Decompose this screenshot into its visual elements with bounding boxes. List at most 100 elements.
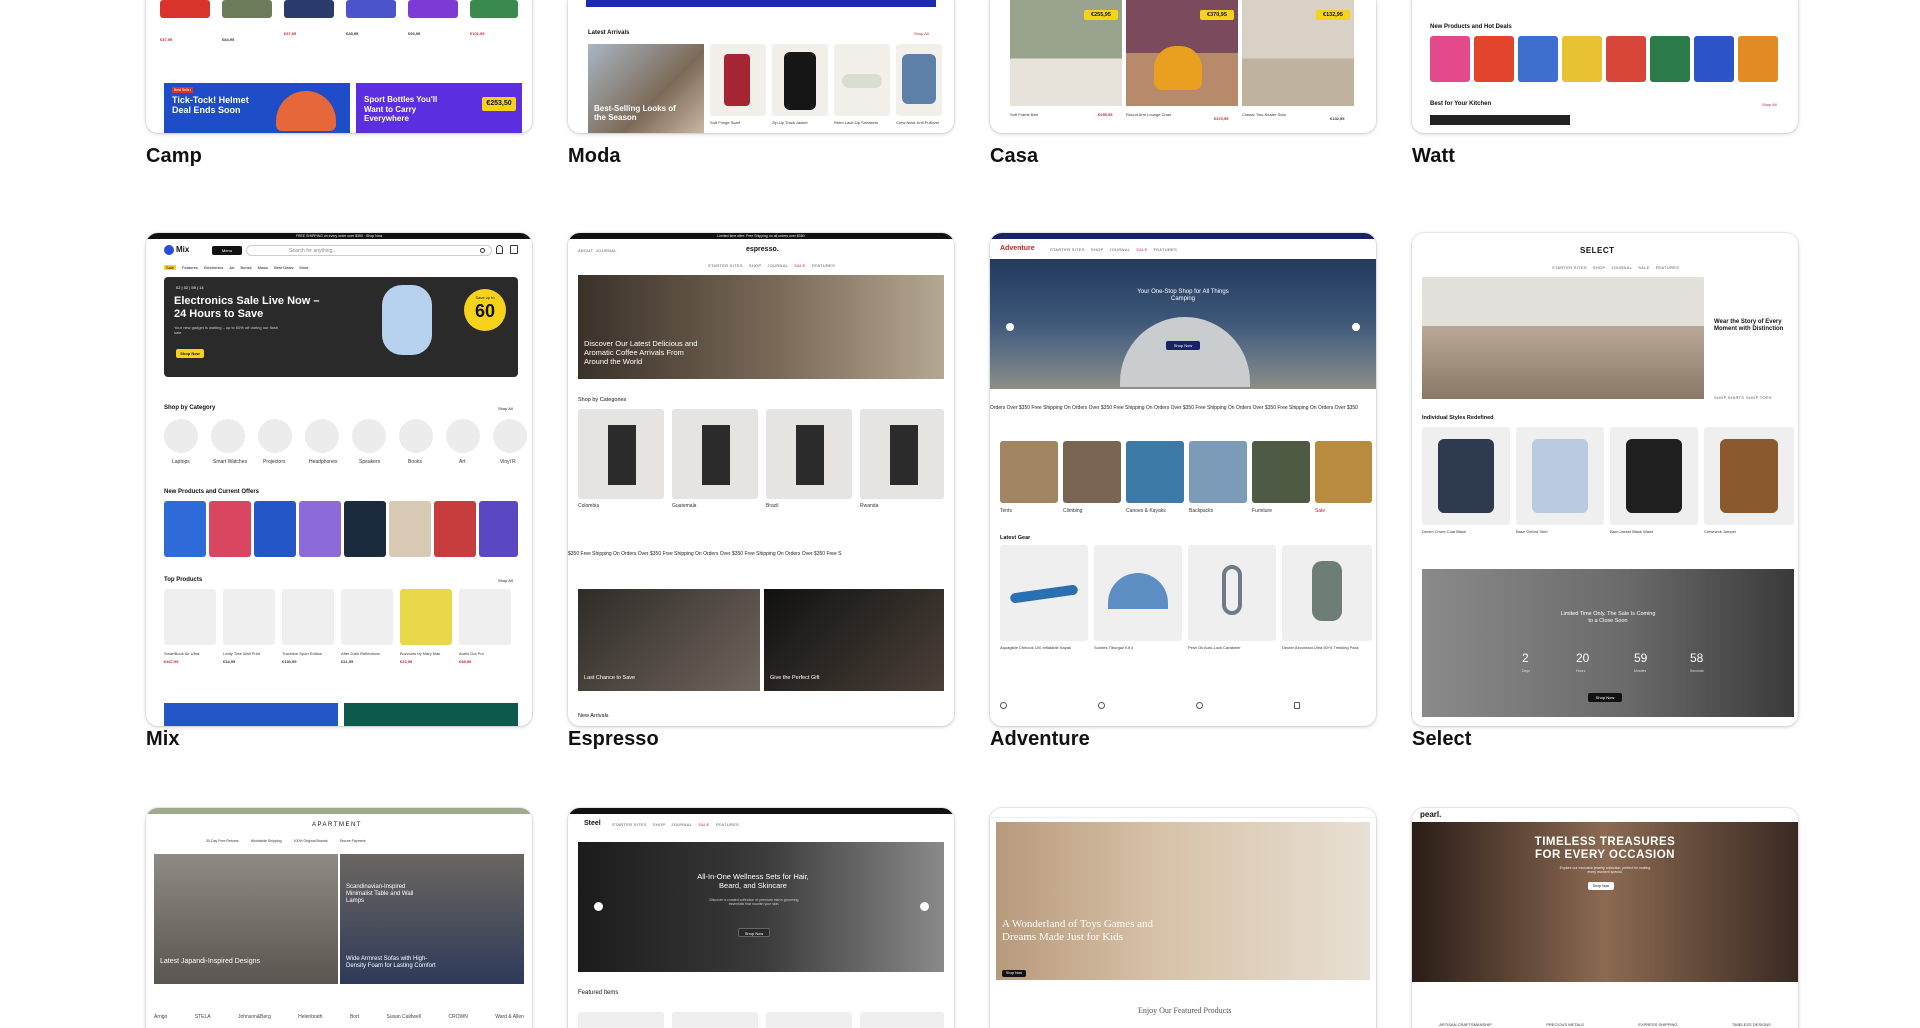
- product-jumper[interactable]: [1704, 427, 1794, 525]
- mix-nav-electronics[interactable]: Electronics: [204, 265, 224, 270]
- adventure-nav-starter-sites[interactable]: Starter Sites: [1050, 247, 1085, 252]
- steel-featured-2[interactable]: [672, 1012, 758, 1028]
- product-denim-coat[interactable]: [1422, 427, 1510, 525]
- espresso-nav-journal[interactable]: Journal: [596, 248, 617, 253]
- theme-card-espresso[interactable]: Limited time offer: Free Shipping on all…: [568, 233, 954, 726]
- chevron-right-icon[interactable]: [1352, 323, 1360, 331]
- moda-product-jacket[interactable]: [772, 44, 828, 116]
- select-link-tops[interactable]: Shop Tops: [1746, 395, 1772, 400]
- category-furniture[interactable]: [1252, 441, 1310, 503]
- apartment-logo[interactable]: APARTMENT: [312, 822, 362, 828]
- select-label[interactable]: Select: [1412, 728, 1472, 751]
- steel-nav-features[interactable]: Features: [716, 822, 739, 827]
- espresso-promo-left[interactable]: Last Chance to Save: [578, 589, 760, 691]
- adventure-nav-journal[interactable]: Journal: [1109, 247, 1130, 252]
- steel-featured-4[interactable]: [860, 1012, 944, 1028]
- espresso-label[interactable]: Espresso: [568, 728, 659, 751]
- category-art[interactable]: [446, 419, 480, 453]
- apartment-hero-left[interactable]: Latest Japandi-Inspired Designs: [154, 854, 338, 984]
- select-nav-features[interactable]: Features: [1656, 265, 1679, 270]
- mix-shop-all-2[interactable]: Shop All: [498, 578, 513, 583]
- category-colombia[interactable]: [578, 409, 664, 499]
- pearl-hero[interactable]: TIMELESS TREASURES FOR EVERY OCCASION Ex…: [1412, 822, 1798, 982]
- product-tent[interactable]: [1094, 545, 1182, 641]
- product-carabiner[interactable]: [1188, 545, 1276, 641]
- watt-shop-all[interactable]: Shop All: [1762, 102, 1777, 107]
- adventure-nav-features[interactable]: Features: [1154, 247, 1177, 252]
- theme-card-moda[interactable]: Latest Arrivals Shop All Best-Selling Lo…: [568, 0, 954, 133]
- select-nav-journal[interactable]: Journal: [1611, 265, 1632, 270]
- theme-card-steel[interactable]: Steel Starter Sites Shop Journal Sale Fe…: [568, 808, 954, 1028]
- theme-card-select[interactable]: SELECT Starter Sites Shop Journal Sale F…: [1412, 233, 1798, 726]
- moda-label[interactable]: Moda: [568, 145, 621, 168]
- espresso-nav-starter-sites[interactable]: Starter Sites: [708, 263, 743, 268]
- steel-nav-starter-sites[interactable]: Starter Sites: [612, 822, 647, 827]
- casa-image-bed[interactable]: €255,95: [1010, 0, 1122, 106]
- offer-speaker[interactable]: [434, 501, 476, 557]
- mix-nav-art[interactable]: Art: [229, 265, 234, 270]
- select-countdown-button[interactable]: Shop Now: [1588, 693, 1622, 702]
- camp-banner-right[interactable]: Sport Bottles You'll Want to Carry Every…: [356, 83, 522, 133]
- steel-logo[interactable]: Steel: [584, 820, 601, 827]
- lock-icon[interactable]: [1294, 702, 1300, 709]
- moda-product-pullover[interactable]: [896, 44, 942, 116]
- moda-product-sneakers[interactable]: [834, 44, 890, 116]
- offer-mega[interactable]: [479, 501, 518, 557]
- espresso-nav-sale[interactable]: Sale: [794, 263, 805, 268]
- category-laptops[interactable]: [164, 419, 198, 453]
- pearl-logo[interactable]: pearl.: [1420, 810, 1441, 819]
- steel-nav-sale[interactable]: Sale: [698, 822, 709, 827]
- offer-earbuds[interactable]: [209, 501, 251, 557]
- user-icon[interactable]: [496, 245, 503, 254]
- steel-hero[interactable]: All-In-One Wellness Sets for Hair, Beard…: [578, 842, 944, 972]
- category-vinyl[interactable]: [493, 419, 527, 453]
- select-hero-image[interactable]: [1422, 277, 1704, 399]
- search-icon[interactable]: [480, 248, 485, 253]
- steel-featured-3[interactable]: [766, 1012, 852, 1028]
- theme-card-mix[interactable]: FREE SHIPPING on every order over $350 ·…: [146, 233, 532, 726]
- select-nav-starter-sites[interactable]: Starter Sites: [1552, 265, 1587, 270]
- mix-search-input[interactable]: Search for anything...: [246, 245, 492, 256]
- espresso-nav-journal-2[interactable]: Journal: [767, 263, 788, 268]
- category-tents[interactable]: [1000, 441, 1058, 503]
- adventure-logo[interactable]: Adventure: [1000, 245, 1035, 252]
- select-logo[interactable]: SELECT: [1580, 246, 1615, 255]
- chevron-right-icon[interactable]: [920, 902, 929, 911]
- adventure-label[interactable]: Adventure: [990, 728, 1090, 751]
- espresso-nav-about[interactable]: About: [578, 248, 593, 253]
- globe-icon[interactable]: [1098, 702, 1105, 709]
- category-books[interactable]: [399, 419, 433, 453]
- category-guatemala[interactable]: [672, 409, 758, 499]
- category-rwanda[interactable]: [860, 409, 944, 499]
- mix-nav-best-deals[interactable]: Best Deals: [274, 265, 293, 270]
- category-projectors[interactable]: [258, 419, 292, 453]
- product-backpack[interactable]: [1282, 545, 1372, 641]
- casa-label[interactable]: Casa: [990, 145, 1038, 168]
- casa-image-sofa[interactable]: €132,95: [1242, 0, 1354, 106]
- toys-hero[interactable]: A Wonderland of Toys Games and Dreams Ma…: [996, 822, 1370, 980]
- toys-hero-button[interactable]: Shop Now: [1002, 970, 1026, 977]
- theme-card-pearl[interactable]: pearl. TIMELESS TREASURES FOR EVERY OCCA…: [1412, 808, 1798, 1028]
- category-backpacks[interactable]: [1189, 441, 1247, 503]
- back-icon[interactable]: [1000, 702, 1007, 709]
- steel-featured-1[interactable]: [578, 1012, 664, 1028]
- mix-nav-sale[interactable]: Sale: [164, 265, 177, 270]
- offer-vinyl[interactable]: [164, 501, 206, 557]
- product-kayak[interactable]: [1000, 545, 1088, 641]
- espresso-hero[interactable]: Discover Our Latest Delicious and Aromat…: [578, 275, 944, 379]
- mix-label[interactable]: Mix: [146, 728, 180, 751]
- pearl-hero-button[interactable]: Shop Now: [1588, 882, 1614, 890]
- check-circle-icon[interactable]: [1196, 702, 1203, 709]
- select-nav-shop[interactable]: Shop: [1593, 265, 1606, 270]
- category-brazil[interactable]: [766, 409, 852, 499]
- category-speakers[interactable]: [352, 419, 386, 453]
- espresso-nav-features[interactable]: Features: [812, 263, 835, 268]
- category-headphones[interactable]: [305, 419, 339, 453]
- chevron-left-icon[interactable]: [594, 902, 603, 911]
- category-smart-watches[interactable]: [211, 419, 245, 453]
- camp-label[interactable]: Camp: [146, 145, 202, 168]
- offer-books[interactable]: [254, 501, 296, 557]
- product-oxford-shirt[interactable]: [1516, 427, 1604, 525]
- theme-card-toys[interactable]: A Wonderland of Toys Games and Dreams Ma…: [990, 808, 1376, 1028]
- product-barn-jacket[interactable]: [1610, 427, 1698, 525]
